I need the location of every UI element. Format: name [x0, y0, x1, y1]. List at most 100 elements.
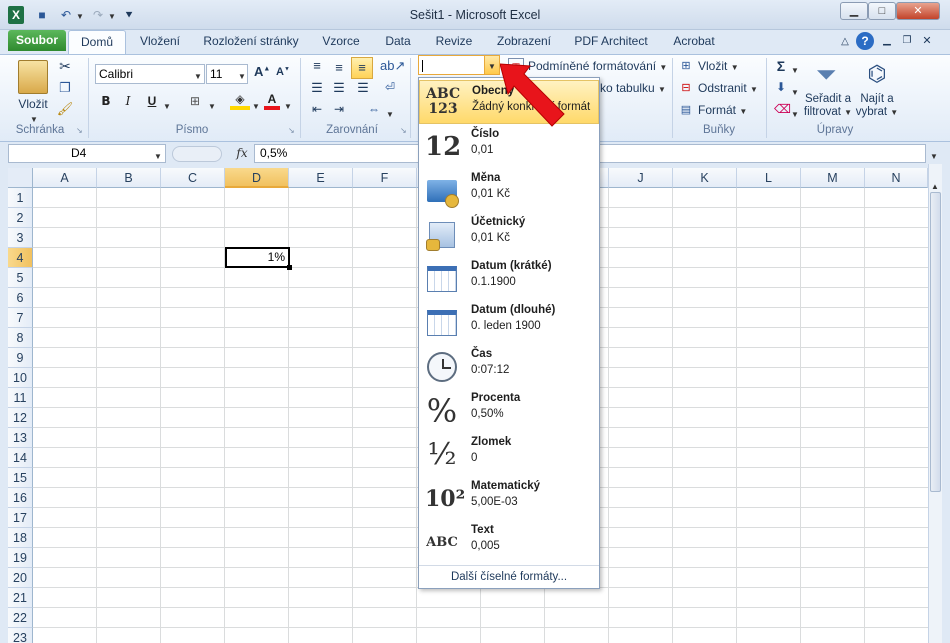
row-header-1[interactable]: 1 [8, 188, 33, 208]
merge-dropdown-icon[interactable]: ▼ [386, 106, 394, 120]
name-box[interactable]: D4 [8, 144, 166, 163]
tab-insert[interactable]: Vložení [130, 30, 190, 54]
tab-review[interactable]: Revize [428, 30, 480, 54]
row-header-15[interactable]: 15 [8, 468, 33, 488]
row-header-23[interactable]: 23 [8, 628, 33, 643]
align-top-icon[interactable]: ≡ [308, 58, 326, 73]
row-header-17[interactable]: 17 [8, 508, 33, 528]
column-header-l[interactable]: L [737, 168, 801, 188]
expand-formula-bar-icon[interactable]: ▼ [930, 148, 938, 162]
decrease-indent-icon[interactable]: ⇤ [308, 102, 326, 116]
column-header-a[interactable]: A [33, 168, 97, 188]
row-header-22[interactable]: 22 [8, 608, 33, 628]
format-painter-icon[interactable]: 🖌 [56, 101, 74, 119]
fill-color-dropdown-icon[interactable]: ▼ [252, 98, 260, 112]
fill-dropdown-icon[interactable]: ▼ [791, 84, 799, 98]
align-middle-icon[interactable]: ≡ [330, 60, 348, 75]
row-header-6[interactable]: 6 [8, 288, 33, 308]
sort-filter-button[interactable]: Seřadit a filtrovat ▼ [802, 93, 854, 119]
format-option-long-date[interactable]: Datum (dlouhé) 0. leden 1900 [419, 300, 599, 344]
tab-home[interactable]: Domů [68, 30, 126, 55]
doc-minimize-icon[interactable]: ▁ [880, 30, 894, 54]
bold-button[interactable]: B [98, 94, 114, 108]
help-icon[interactable]: ? [856, 32, 874, 50]
grow-font-icon[interactable]: A▲ [254, 64, 270, 79]
paste-icon[interactable] [18, 60, 48, 94]
more-number-formats-link[interactable]: Další číselné formáty... [419, 565, 599, 587]
ribbon-minimize-icon[interactable]: △ [838, 31, 852, 55]
column-header-b[interactable]: B [97, 168, 161, 188]
align-left-icon[interactable]: ☰ [308, 80, 326, 96]
row-header-16[interactable]: 16 [8, 488, 33, 508]
row-header-2[interactable]: 2 [8, 208, 33, 228]
fill-icon[interactable]: ⬇ [774, 80, 788, 94]
fill-handle[interactable] [287, 265, 292, 270]
merge-center-icon[interactable]: ⇔ [364, 102, 384, 116]
autosum-dropdown-icon[interactable]: ▼ [791, 62, 799, 76]
underline-dropdown-icon[interactable]: ▼ [163, 98, 171, 112]
row-header-12[interactable]: 12 [8, 408, 33, 428]
doc-restore-icon[interactable]: ❐ [900, 30, 914, 54]
select-all-corner[interactable] [8, 168, 33, 188]
font-color-icon[interactable]: A [264, 92, 280, 110]
row-header-14[interactable]: 14 [8, 448, 33, 468]
wrap-text-icon[interactable]: ⏎ [380, 80, 400, 94]
scroll-thumb[interactable] [930, 192, 941, 492]
clear-dropdown-icon[interactable]: ▼ [791, 106, 799, 120]
column-header-e[interactable]: E [289, 168, 353, 188]
row-header-10[interactable]: 10 [8, 368, 33, 388]
row-header-3[interactable]: 3 [8, 228, 33, 248]
borders-dropdown-icon[interactable]: ▼ [208, 98, 216, 112]
format-option-short-date[interactable]: Datum (krátké) 0.1.1900 [419, 256, 599, 300]
tab-formulas[interactable]: Vzorce [316, 30, 366, 54]
sort-filter-icon[interactable]: ⏷ [810, 58, 842, 90]
tab-pdf-architect[interactable]: PDF Architect [568, 30, 654, 54]
column-header-j[interactable]: J [609, 168, 673, 188]
insert-cells-icon[interactable]: ⊞ [678, 59, 694, 72]
scroll-up-icon[interactable]: ▲ [929, 178, 941, 191]
clear-icon[interactable]: ⌫ [774, 102, 791, 116]
italic-button[interactable]: I [120, 94, 136, 108]
minimize-button[interactable]: ▁ [840, 2, 868, 20]
row-header-9[interactable]: 9 [8, 348, 33, 368]
delete-cells-icon[interactable]: ⊟ [678, 81, 694, 94]
format-option-scientific[interactable]: 10² Matematický 5,00E-03 [419, 476, 599, 520]
format-option-text[interactable]: ABC Text 0,005 [419, 520, 599, 564]
format-cells-button[interactable]: Formát ▼ [698, 100, 764, 120]
insert-function-button[interactable]: fx [232, 144, 252, 163]
format-cells-icon[interactable]: ▤ [678, 103, 694, 116]
doc-close-icon[interactable]: ✕ [920, 30, 934, 54]
insert-cells-button[interactable]: Vložit ▼ [698, 56, 764, 76]
tab-acrobat[interactable]: Acrobat [664, 30, 724, 54]
font-color-dropdown-icon[interactable]: ▼ [284, 98, 292, 112]
borders-icon[interactable]: ⊞ [186, 94, 204, 108]
font-launcher-icon[interactable]: ↘ [288, 126, 295, 135]
font-size-dropdown-icon[interactable]: ▼ [238, 68, 246, 82]
fill-color-icon[interactable]: ◈ [230, 92, 250, 110]
close-button[interactable]: ✕ [896, 2, 940, 20]
column-header-m[interactable]: M [801, 168, 865, 188]
tab-file[interactable]: Soubor [8, 30, 66, 51]
row-header-13[interactable]: 13 [8, 428, 33, 448]
active-cell-d4[interactable]: 1% [225, 247, 290, 268]
row-header-18[interactable]: 18 [8, 528, 33, 548]
format-option-percent[interactable]: % Procenta 0,50% [419, 388, 599, 432]
align-center-icon[interactable]: ☰ [330, 80, 348, 96]
format-option-currency[interactable]: Měna 0,01 Kč [419, 168, 599, 212]
row-header-7[interactable]: 7 [8, 308, 33, 328]
row-header-8[interactable]: 8 [8, 328, 33, 348]
cut-icon[interactable]: ✂ [56, 58, 74, 76]
row-header-20[interactable]: 20 [8, 568, 33, 588]
tab-view[interactable]: Zobrazení [488, 30, 560, 54]
row-header-11[interactable]: 11 [8, 388, 33, 408]
format-as-table-button[interactable]: ko tabulku ▼ [600, 78, 670, 98]
column-header-c[interactable]: C [161, 168, 225, 188]
find-select-button[interactable]: Najít a vybrat ▼ [854, 93, 900, 119]
copy-icon[interactable]: ❐ [56, 80, 74, 98]
shrink-font-icon[interactable]: A▼ [276, 66, 290, 78]
tab-page-layout[interactable]: Rozložení stránky [196, 30, 306, 54]
row-header-21[interactable]: 21 [8, 588, 33, 608]
alignment-launcher-icon[interactable]: ↘ [400, 126, 407, 135]
format-option-clock[interactable]: Čas 0:07:12 [419, 344, 599, 388]
column-header-f[interactable]: F [353, 168, 417, 188]
